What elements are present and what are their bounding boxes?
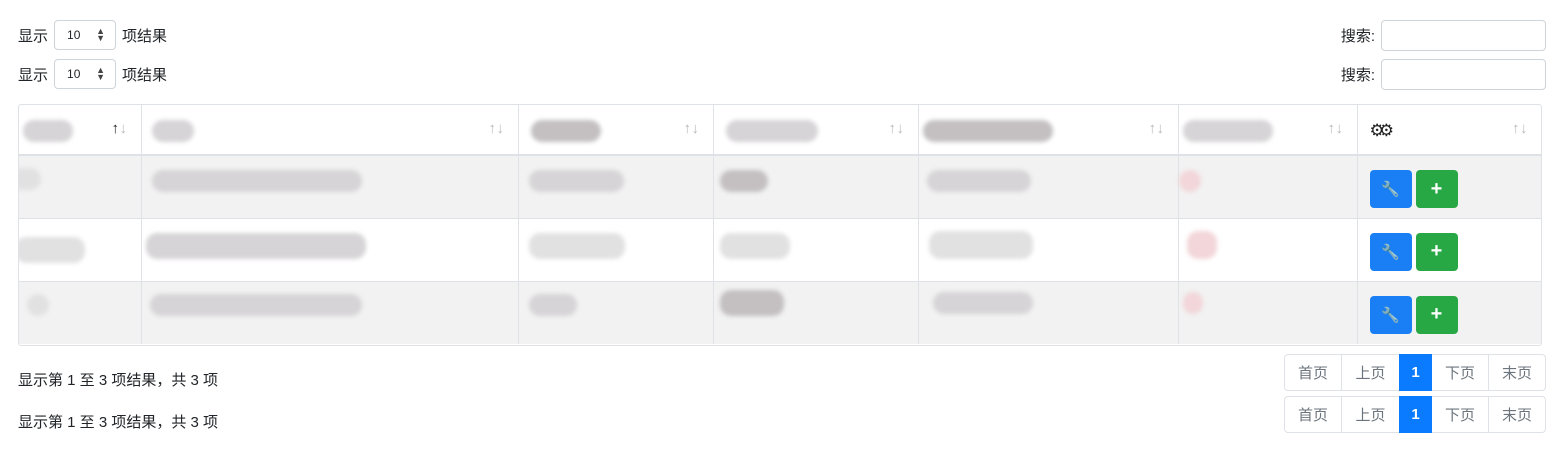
- add-button[interactable]: +: [1415, 232, 1458, 271]
- page-prev[interactable]: 上页: [1341, 396, 1400, 433]
- table-cell: [518, 281, 714, 344]
- page-first[interactable]: 首页: [1284, 354, 1342, 391]
- table-cell: [19, 155, 142, 218]
- plus-icon: +: [1430, 303, 1443, 325]
- wrench-icon: 🔧: [1381, 306, 1400, 324]
- page-next[interactable]: 下页: [1431, 396, 1489, 433]
- actions-cell: 🔧 +: [1357, 155, 1541, 218]
- plus-icon: +: [1430, 177, 1443, 200]
- table-cell: [1178, 155, 1358, 218]
- sort-icon: ↑ ↓: [111, 120, 128, 137]
- search-label: 搜索:: [1340, 67, 1375, 84]
- page-length-value: 10: [67, 67, 81, 81]
- length-control: 显示 10 ▲ ▼ 项结果: [18, 20, 167, 50]
- table-cell: [918, 155, 1179, 218]
- search-label: 搜索:: [1340, 28, 1375, 45]
- column-header-5[interactable]: ↑ ↓: [918, 105, 1179, 156]
- table-row: 🔧 +: [19, 218, 1541, 281]
- table-info: 显示第 1 至 3 项结果，共 3 项: [18, 372, 219, 389]
- column-header-2[interactable]: ↑ ↓: [141, 105, 519, 156]
- table-info-2: 显示第 1 至 3 项结果，共 3 项: [18, 414, 219, 431]
- page-current[interactable]: 1: [1399, 354, 1432, 391]
- page-last[interactable]: 末页: [1488, 396, 1546, 433]
- table-cell: [141, 218, 519, 281]
- edit-button[interactable]: 🔧: [1369, 295, 1412, 334]
- table-cell: [713, 155, 919, 218]
- sort-icon: ↑ ↓: [1148, 120, 1165, 137]
- table-cell: [918, 218, 1179, 281]
- search-input-2[interactable]: [1381, 59, 1546, 90]
- sort-icon: ↑ ↓: [1327, 120, 1344, 137]
- pagination: 首页 上页 1 下页 末页: [1284, 354, 1546, 391]
- column-header-1[interactable]: ↑ ↓: [19, 105, 142, 156]
- table-cell: [1178, 218, 1358, 281]
- column-header-actions[interactable]: ⚙⚙ ↑ ↓: [1357, 105, 1541, 156]
- search-control-2: 搜索:: [1341, 59, 1546, 90]
- table-cell: [1178, 281, 1358, 344]
- page-prev[interactable]: 上页: [1341, 354, 1400, 391]
- page-length-select-2[interactable]: 10 ▲ ▼: [54, 59, 117, 89]
- plus-icon: +: [1430, 240, 1443, 262]
- column-header-6[interactable]: ↑ ↓: [1178, 105, 1358, 156]
- sort-icon: ↑ ↓: [683, 120, 700, 137]
- table-cell: [141, 281, 519, 344]
- table-row: 🔧 +: [19, 281, 1541, 344]
- column-header-4[interactable]: ↑ ↓: [713, 105, 919, 156]
- table-cell: [19, 281, 142, 344]
- cogs-icon: ⚙⚙: [1369, 121, 1395, 140]
- page-length-select[interactable]: 10 ▲ ▼: [54, 20, 117, 50]
- length-prefix: 显示: [18, 66, 49, 84]
- table-row: 🔧 +: [19, 155, 1541, 218]
- page-next[interactable]: 下页: [1431, 354, 1489, 391]
- table-header-row: ↑ ↓ ↑ ↓ ↑ ↓ ↑ ↓ ↑ ↓ ↑ ↓ ⚙⚙ ↑ ↓: [19, 105, 1541, 156]
- page-current[interactable]: 1: [1399, 396, 1432, 433]
- search-control: 搜索:: [1341, 20, 1546, 51]
- edit-button[interactable]: 🔧: [1369, 232, 1412, 271]
- select-caret-icon: ▲ ▼: [96, 26, 106, 43]
- table-cell: [918, 281, 1179, 344]
- actions-cell: 🔧 +: [1357, 218, 1541, 281]
- page-length-value: 10: [67, 28, 81, 42]
- table-cell: [518, 155, 714, 218]
- page-last[interactable]: 末页: [1488, 354, 1546, 391]
- sort-icon: ↑ ↓: [488, 120, 505, 137]
- actions-cell: 🔧 +: [1357, 281, 1541, 344]
- page-first[interactable]: 首页: [1284, 396, 1342, 433]
- length-suffix: 项结果: [122, 27, 168, 45]
- data-table: ↑ ↓ ↑ ↓ ↑ ↓ ↑ ↓ ↑ ↓ ↑ ↓ ⚙⚙ ↑ ↓ 🔧 + 🔧 + 🔧…: [18, 104, 1542, 346]
- length-control-2: 显示 10 ▲ ▼ 项结果: [18, 59, 167, 89]
- table-cell: [141, 155, 519, 218]
- sort-icon: ↑ ↓: [888, 120, 905, 137]
- select-caret-icon: ▲ ▼: [96, 65, 106, 82]
- wrench-icon: 🔧: [1381, 181, 1400, 198]
- length-prefix: 显示: [18, 27, 49, 45]
- sort-icon: ↑ ↓: [1512, 120, 1528, 137]
- table-cell: [713, 281, 919, 344]
- table-cell: [19, 218, 142, 281]
- add-button[interactable]: +: [1415, 170, 1458, 208]
- table-cell: [713, 218, 919, 281]
- edit-button[interactable]: 🔧: [1369, 170, 1412, 208]
- pagination-2: 首页 上页 1 下页 末页: [1284, 396, 1546, 433]
- table-cell: [518, 218, 714, 281]
- search-input[interactable]: [1381, 20, 1546, 51]
- add-button[interactable]: +: [1415, 295, 1458, 334]
- length-suffix: 项结果: [122, 66, 168, 84]
- column-header-3[interactable]: ↑ ↓: [518, 105, 714, 156]
- wrench-icon: 🔧: [1381, 243, 1400, 261]
